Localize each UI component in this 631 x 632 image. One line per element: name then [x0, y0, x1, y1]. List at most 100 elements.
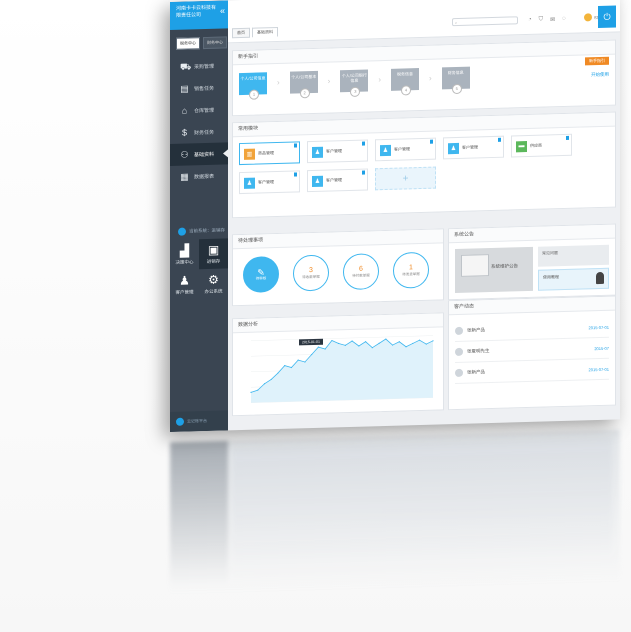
guide-step[interactable]: 个人/公司银行信息 3	[340, 69, 369, 97]
step-number: 3	[350, 86, 361, 97]
guide-tag[interactable]: 新手指引	[585, 56, 609, 66]
faq-link[interactable]: 常见问题	[538, 244, 609, 267]
notice-caption: 系统维护公告	[491, 263, 518, 270]
sidebar-item-label: 仓库管理	[194, 107, 215, 114]
notice-banner[interactable]: 系统维护公告	[455, 246, 534, 294]
activities-panel: 客户动态 张新产品 2015-07-01 张夏明先生 2015-07 张新产品 201…	[448, 295, 616, 411]
shortcut-card[interactable]: ▬ 供应商	[511, 133, 572, 158]
brand-header: 河南卡卡云科技有 限责任公司 «	[170, 0, 228, 30]
chevron-right-icon: ›	[327, 76, 331, 86]
stage: 河南卡卡云科技有 限责任公司 « 税务中心 财务中心 ⛟ 采购管理 ▤ 销售任务…	[0, 0, 631, 632]
activity-name: 张夏明先生	[467, 348, 490, 354]
step-number: 5	[451, 83, 462, 95]
sidebar-item-sales[interactable]: ▤ 销售任务	[170, 76, 228, 100]
sidebar-item-finance-tasks[interactable]: $ 财务任务	[170, 120, 228, 144]
todo-count: 1	[409, 263, 413, 271]
app-window: 河南卡卡云科技有 限责任公司 « 税务中心 财务中心 ⛟ 采购管理 ▤ 销售任务…	[170, 0, 620, 433]
todo-count: 6	[359, 265, 363, 273]
sidebar-tab-tax[interactable]: 税务中心	[176, 37, 200, 50]
system-inventory[interactable]: ▣ 进销存	[199, 238, 228, 270]
brand-name-line2: 限责任公司	[176, 12, 202, 19]
bookmark-icon	[430, 139, 433, 144]
shortcut-label: 客户管理	[326, 177, 342, 183]
chevron-right-icon: ›	[429, 73, 432, 83]
todo-item-payable[interactable]: 6 待付款单据	[343, 253, 379, 291]
system-office[interactable]: ⚙ 办公系统	[199, 268, 228, 299]
system-decision-center[interactable]: ▟ 决策中心	[170, 239, 199, 270]
guide-panel: 新手指引 新手指引 个人/公司信息 1 › 个人/公司基本 2 › 个人/公司银行信…	[232, 39, 616, 117]
report-icon: ▦	[180, 170, 189, 182]
sidebar-tab-finance[interactable]: 财务中心	[203, 36, 227, 50]
power-icon[interactable]: ⏻	[598, 5, 616, 29]
system-grid: ▟ 决策中心 ▣ 进销存 ♟ 客户管理 ⚙ 办公系统	[170, 238, 228, 300]
sidebar-item-label: 采购管理	[194, 63, 215, 70]
monitor-icon	[461, 254, 489, 277]
refresh-icon[interactable]: ◔	[528, 17, 532, 24]
reflection-content	[232, 437, 612, 589]
todo-label: 待收款单据	[302, 274, 320, 279]
notice-title: 系统公告	[449, 224, 615, 244]
step-label: 财务信息	[447, 69, 464, 76]
page-tabs: 首页 基础资料	[232, 26, 278, 39]
current-system-label: 当前系统：进销存	[170, 226, 228, 236]
sidebar-item-purchase[interactable]: ⛟ 采购管理	[170, 54, 228, 78]
todo-item-shipping[interactable]: 1 待发货单据	[393, 251, 429, 289]
shortcut-label: 客户管理	[326, 148, 342, 154]
data-point[interactable]	[432, 340, 434, 342]
avatar	[455, 326, 463, 336]
shortcut-card[interactable]: ♟ 客户管理	[375, 137, 436, 162]
shortcut-card[interactable]: ♟ 客户管理	[239, 170, 300, 195]
collapse-icon[interactable]: «	[220, 5, 225, 15]
system-customer[interactable]: ♟ 客户管理	[170, 269, 199, 300]
series-area	[251, 339, 433, 403]
todo-item-receivable[interactable]: 3 待收款单据	[293, 254, 329, 292]
shortcut-label: 客户管理	[462, 144, 478, 150]
reflection-sidebar	[170, 440, 228, 603]
step-number: 1	[249, 89, 259, 100]
shortcut-card[interactable]: ♟ 客户管理	[307, 139, 368, 164]
chart-title: 数据分析	[233, 313, 443, 334]
tab-home[interactable]: 首页	[232, 27, 250, 39]
guide-step[interactable]: 财务信息 5	[441, 66, 470, 95]
person-icon: ⚇	[180, 148, 189, 160]
area-chart	[250, 335, 434, 403]
bell-icon[interactable]: ◌	[562, 16, 566, 23]
shortcut-label: 客户管理	[258, 179, 274, 185]
gear-icon: ⚙	[208, 272, 219, 287]
step-label: 税务信息	[397, 71, 414, 77]
shortcut-card[interactable]: ♟ 客户管理	[307, 168, 368, 193]
guide-step[interactable]: 税务信息 4	[391, 68, 420, 96]
add-shortcut-button[interactable]: +	[375, 166, 436, 191]
sidebar-item-basic-data[interactable]: ⚇ 基础资料	[170, 142, 228, 166]
current-system-text: 当前系统：进销存	[189, 227, 225, 234]
activity-meta: 2015-07	[594, 345, 609, 351]
shortcut-card[interactable]: ▥ 商品管理	[239, 141, 300, 166]
activity-name: 张新产品	[467, 327, 485, 333]
system-icon	[178, 227, 186, 236]
sidebar-footer[interactable]: 云记账平台	[170, 410, 228, 432]
shortcut-card[interactable]: ♟ 客户管理	[443, 135, 504, 160]
shortcuts-panel: 常用模块 ▥ 商品管理 ♟ 客户管理 ♟ 客户管理 ♟ 客户管理 ▬ 供应商 ♟ 客户管理 …	[232, 111, 616, 219]
cart-icon[interactable]: ⛉	[539, 17, 544, 24]
guide-step[interactable]: 个人/公司信息 1	[239, 72, 267, 100]
todo-label: 待审核	[255, 275, 267, 281]
cloud-icon	[176, 417, 184, 426]
inventory-icon: ▣	[207, 242, 220, 257]
shortcut-label: 供应商	[530, 142, 542, 148]
sidebar-item-warehouse[interactable]: ⌂ 仓库管理	[170, 98, 228, 122]
chart-tooltip: 2015-01-01	[299, 338, 323, 346]
list-item[interactable]: 张新产品 2015-07-01	[455, 358, 609, 385]
guide-step[interactable]: 个人/公司基本 2	[289, 70, 318, 99]
tab-basic-data[interactable]: 基础资料	[252, 26, 278, 38]
message-icon[interactable]: ✉	[550, 16, 555, 23]
todo-item-pending-review[interactable]: ✎ 待审核	[243, 255, 279, 293]
tutorial-link[interactable]: 使用教程	[538, 267, 609, 291]
start-using-link[interactable]: 开始使用	[591, 72, 609, 79]
sidebar-item-reports[interactable]: ▦ 数据报表	[170, 164, 228, 188]
search-input[interactable]: ⌕	[452, 16, 518, 27]
todo-circles: ✎ 待审核 3 待收款单据 6 待付款单据 1 待发货单据	[243, 251, 429, 293]
step-number: 2	[299, 88, 310, 99]
product-icon: ▥	[244, 148, 255, 160]
customer-icon: ♟	[380, 144, 391, 156]
guide-steps: 个人/公司信息 1 › 个人/公司基本 2 › 个人/公司银行信息 3 › 税务信息 4…	[239, 66, 470, 100]
